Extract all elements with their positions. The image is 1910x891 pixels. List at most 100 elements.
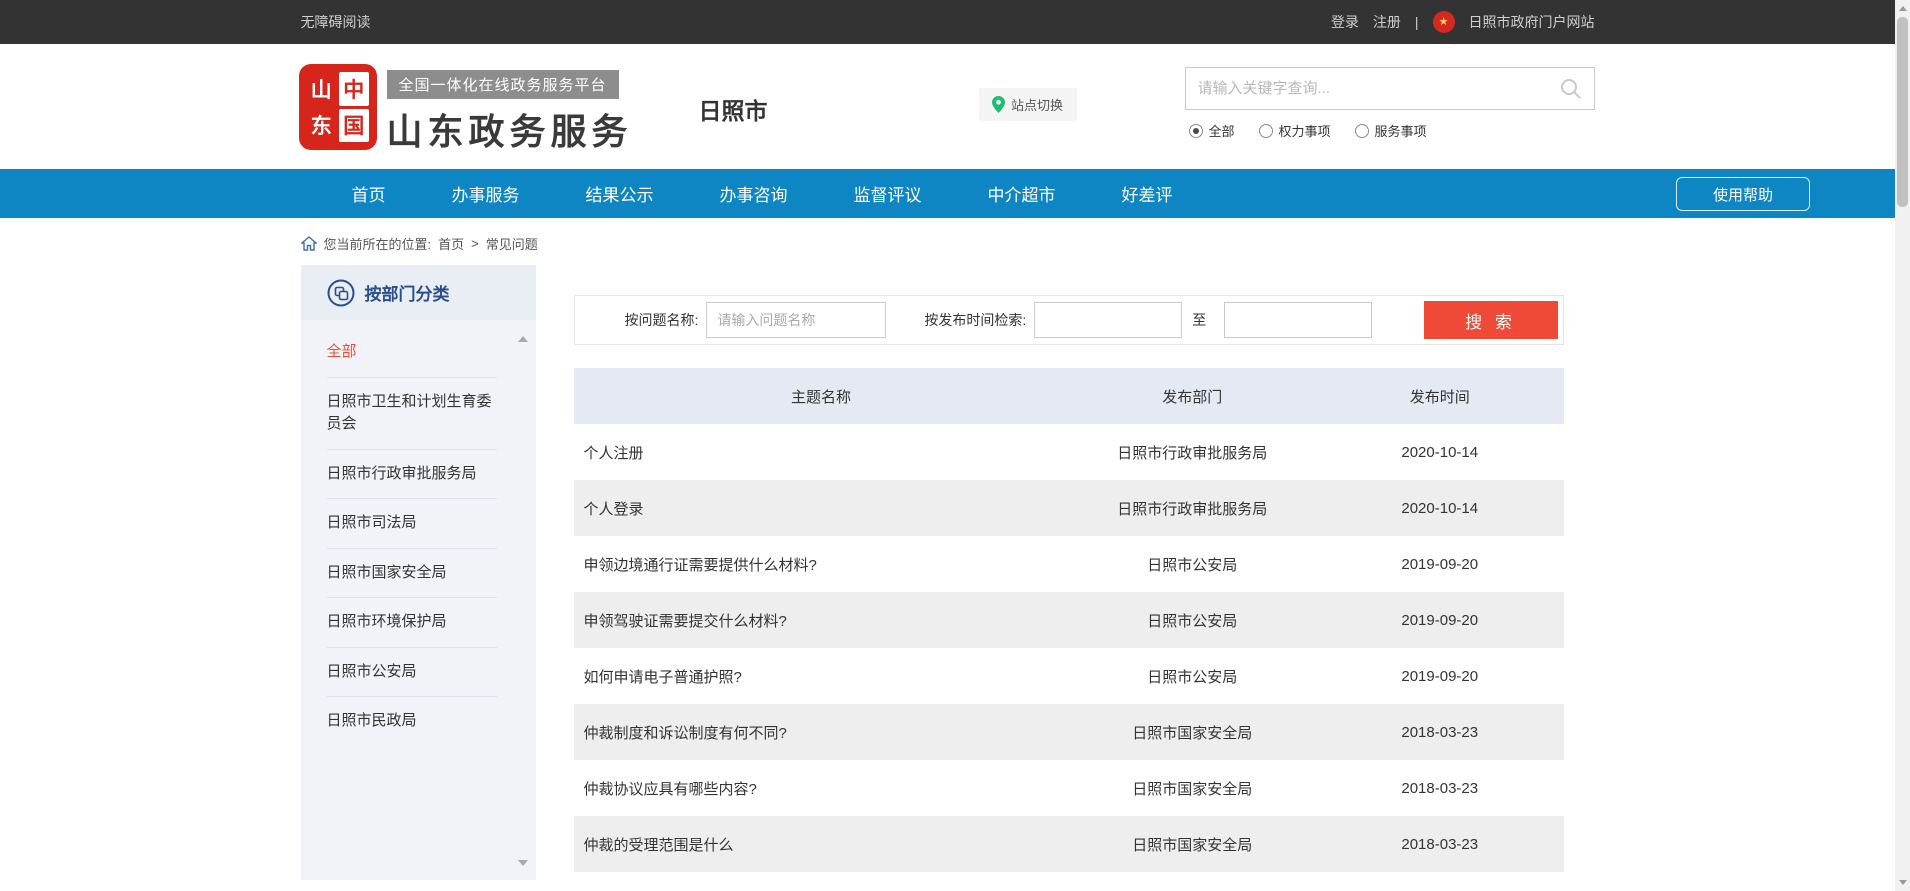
- department-sidebar: 按部门分类 全部日照市卫生和计划生育委员会日照市行政审批服务局日照市司法局日照市…: [301, 265, 536, 880]
- sidebar-item-3[interactable]: 日照市司法局: [327, 499, 497, 549]
- cell-topic[interactable]: 个人注册: [574, 442, 1069, 463]
- date-from-input[interactable]: [1034, 302, 1182, 338]
- column-header-department: 发布部门: [1069, 386, 1317, 407]
- sidebar-item-2[interactable]: 日照市行政审批服务局: [327, 450, 497, 500]
- location-pin-icon: [992, 96, 1005, 113]
- register-link[interactable]: 注册: [1373, 12, 1401, 32]
- seal-char: 山: [307, 72, 337, 106]
- sidebar-item-5[interactable]: 日照市环境保护局: [327, 598, 497, 648]
- topbar-separator: |: [1415, 14, 1419, 30]
- cell-date: 2019-09-20: [1316, 556, 1564, 573]
- platform-banner: 全国一体化在线政务服务平台: [387, 70, 619, 99]
- seal-char: 国: [339, 109, 369, 143]
- main-nav: 首页办事服务结果公示办事咨询监督评议中介超市好差评 使用帮助: [0, 169, 1895, 218]
- scope-option-2[interactable]: 服务事项: [1355, 121, 1427, 140]
- nav-items: 首页办事服务结果公示办事咨询监督评议中介超市好差评: [301, 169, 1595, 218]
- scroll-up-icon[interactable]: [518, 336, 528, 342]
- nav-item-3[interactable]: 办事咨询: [687, 181, 821, 206]
- cell-department: 日照市国家安全局: [1069, 834, 1317, 855]
- nav-item-6[interactable]: 好差评: [1089, 181, 1206, 206]
- table-row[interactable]: 申领边境通行证需要提供什么材料?日照市公安局2019-09-20: [574, 536, 1564, 592]
- table-row[interactable]: 个人注册日照市行政审批服务局2020-10-14: [574, 424, 1564, 480]
- questions-table: 主题名称 发布部门 发布时间 个人注册日照市行政审批服务局2020-10-14个…: [574, 368, 1564, 872]
- nav-item-2[interactable]: 结果公示: [553, 181, 687, 206]
- keyword-search-input[interactable]: [1186, 80, 1560, 97]
- breadcrumb-home-link[interactable]: 首页: [438, 234, 464, 253]
- column-header-topic: 主题名称: [574, 386, 1069, 407]
- sidebar-item-1[interactable]: 日照市卫生和计划生育委员会: [327, 378, 497, 450]
- date-to-input[interactable]: [1224, 302, 1372, 338]
- breadcrumb: 您当前所在的位置: 首页 > 常见问题: [301, 218, 1595, 261]
- page: 无障碍阅读 登录 注册 | 日照市政府门户网站 山 中 东 国 全国一体化在线政…: [0, 0, 1895, 891]
- site-switch-label: 站点切换: [1011, 95, 1063, 114]
- nav-item-4[interactable]: 监督评议: [821, 181, 955, 206]
- radio-icon[interactable]: [1259, 124, 1273, 138]
- scope-label: 服务事项: [1375, 121, 1427, 140]
- cell-department: 日照市公安局: [1069, 610, 1317, 631]
- sidebar-item-0[interactable]: 全部: [327, 328, 497, 378]
- cell-topic[interactable]: 仲裁制度和诉讼制度有何不同?: [574, 722, 1069, 743]
- cell-topic[interactable]: 仲裁的受理范围是什么: [574, 834, 1069, 855]
- nav-item-5[interactable]: 中介超市: [955, 181, 1089, 206]
- cell-topic[interactable]: 申领边境通行证需要提供什么材料?: [574, 554, 1069, 575]
- sidebar-header: 按部门分类: [301, 265, 536, 320]
- national-emblem-icon: [1433, 11, 1455, 33]
- sidebar-items-container: 全部日照市卫生和计划生育委员会日照市行政审批服务局日照市司法局日照市国家安全局日…: [327, 328, 536, 746]
- breadcrumb-current[interactable]: 常见问题: [486, 234, 538, 253]
- portal-link[interactable]: 日照市政府门户网站: [1469, 12, 1595, 32]
- radio-selected-icon[interactable]: [1189, 124, 1203, 138]
- help-button[interactable]: 使用帮助: [1676, 177, 1810, 211]
- table-header-row: 主题名称 发布部门 发布时间: [574, 368, 1564, 424]
- nav-item-1[interactable]: 办事服务: [419, 181, 553, 206]
- cell-topic[interactable]: 申领驾驶证需要提交什么材料?: [574, 610, 1069, 631]
- scrollbar-up-icon[interactable]: [1895, 0, 1910, 17]
- table-row[interactable]: 申领驾驶证需要提交什么材料?日照市公安局2019-09-20: [574, 592, 1564, 648]
- sidebar-item-7[interactable]: 日照市民政局: [327, 697, 497, 746]
- main-area: 按部门分类 全部日照市卫生和计划生育委员会日照市行政审批服务局日照市司法局日照市…: [301, 265, 1595, 880]
- scope-option-0[interactable]: 全部: [1189, 121, 1235, 140]
- search-button[interactable]: 搜 索: [1424, 301, 1558, 339]
- sidebar-item-4[interactable]: 日照市国家安全局: [327, 549, 497, 599]
- cell-topic[interactable]: 个人登录: [574, 498, 1069, 519]
- table-row[interactable]: 如何申请电子普通护照?日照市公安局2019-09-20: [574, 648, 1564, 704]
- table-row[interactable]: 仲裁制度和诉讼制度有何不同?日照市国家安全局2018-03-23: [574, 704, 1564, 760]
- content-area: 按问题名称: 按发布时间检索: 至 搜 索 主题名称 发布部门 发布时间 个人注…: [574, 265, 1564, 872]
- cell-date: 2018-03-23: [1316, 724, 1564, 741]
- cell-date: 2019-09-20: [1316, 668, 1564, 685]
- keyword-search-box: [1185, 67, 1595, 110]
- breadcrumb-separator: >: [471, 236, 479, 251]
- cell-topic[interactable]: 仲裁协议应具有哪些内容?: [574, 778, 1069, 799]
- scrollbar-thumb[interactable]: [1897, 17, 1908, 207]
- table-row[interactable]: 个人登录日照市行政审批服务局2020-10-14: [574, 480, 1564, 536]
- seal-char: 中: [339, 72, 369, 106]
- table-row[interactable]: 仲裁的受理范围是什么日照市国家安全局2018-03-23: [574, 816, 1564, 872]
- cell-department: 日照市公安局: [1069, 554, 1317, 575]
- cell-department: 日照市国家安全局: [1069, 778, 1317, 799]
- scope-option-1[interactable]: 权力事项: [1259, 121, 1331, 140]
- sidebar-title: 按部门分类: [365, 280, 450, 305]
- search-icon[interactable]: [1560, 78, 1582, 100]
- cell-date: 2020-10-14: [1316, 500, 1564, 517]
- site-switch-button[interactable]: 站点切换: [979, 88, 1077, 121]
- page-scrollbar[interactable]: [1895, 0, 1910, 891]
- category-icon: [327, 279, 355, 307]
- home-icon: [301, 236, 317, 251]
- sidebar-list: 全部日照市卫生和计划生育委员会日照市行政审批服务局日照市司法局日照市国家安全局日…: [301, 320, 536, 880]
- nav-item-0[interactable]: 首页: [319, 181, 419, 206]
- login-link[interactable]: 登录: [1331, 12, 1359, 32]
- sidebar-item-6[interactable]: 日照市公安局: [327, 648, 497, 698]
- brand-title: 山东政务服务: [387, 103, 633, 155]
- scope-label: 权力事项: [1279, 121, 1331, 140]
- radio-icon[interactable]: [1355, 124, 1369, 138]
- accessibility-link[interactable]: 无障碍阅读: [301, 12, 371, 32]
- scrollbar-down-icon[interactable]: [1895, 874, 1910, 891]
- publish-date-label: 按发布时间检索:: [924, 310, 1026, 330]
- scroll-down-icon[interactable]: [518, 860, 528, 866]
- cell-date: 2018-03-23: [1316, 836, 1564, 853]
- city-name: 日照市: [699, 92, 768, 126]
- seal-char: 东: [307, 109, 337, 143]
- table-row[interactable]: 仲裁协议应具有哪些内容?日照市国家安全局2018-03-23: [574, 760, 1564, 816]
- breadcrumb-prefix: 您当前所在的位置:: [324, 234, 432, 253]
- cell-topic[interactable]: 如何申请电子普通护照?: [574, 666, 1069, 687]
- question-name-input[interactable]: [706, 302, 886, 338]
